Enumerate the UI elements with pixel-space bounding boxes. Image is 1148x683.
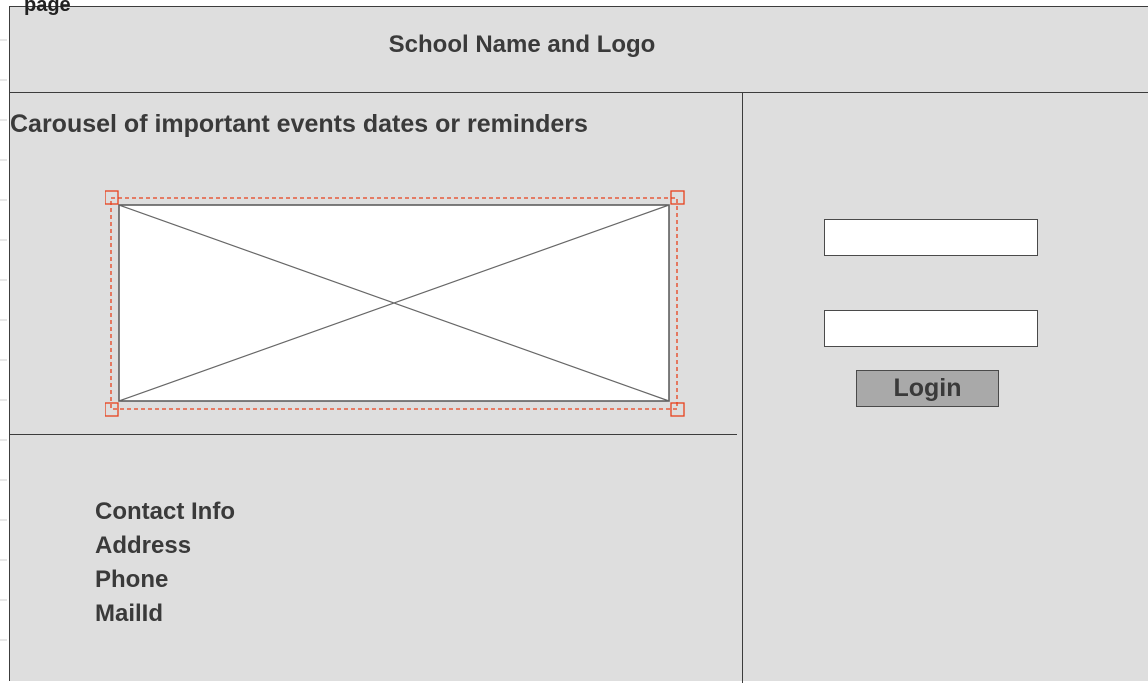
wireframe-page: page School Name and Logo Carousel of im… (9, 0, 1148, 683)
mail-id-label: MailId (95, 600, 164, 627)
contact-info-label: Contact Info (95, 498, 235, 525)
address-label: Address (95, 532, 192, 559)
section-divider (10, 434, 737, 435)
carousel-title: Carousel of important events dates or re… (10, 110, 588, 138)
username-input[interactable] (824, 219, 1038, 256)
carousel-image-placeholder[interactable] (105, 187, 689, 417)
column-divider (742, 93, 743, 683)
phone-label: Phone (95, 566, 169, 593)
header-panel: School Name and Logo (10, 7, 1148, 93)
header-title: School Name and Logo (388, 31, 656, 58)
contact-info-block: Contact Info Address Phone MailId (95, 495, 235, 631)
ruler-ticks (0, 39, 7, 641)
login-button[interactable]: Login (856, 370, 999, 407)
password-input[interactable] (824, 310, 1038, 347)
